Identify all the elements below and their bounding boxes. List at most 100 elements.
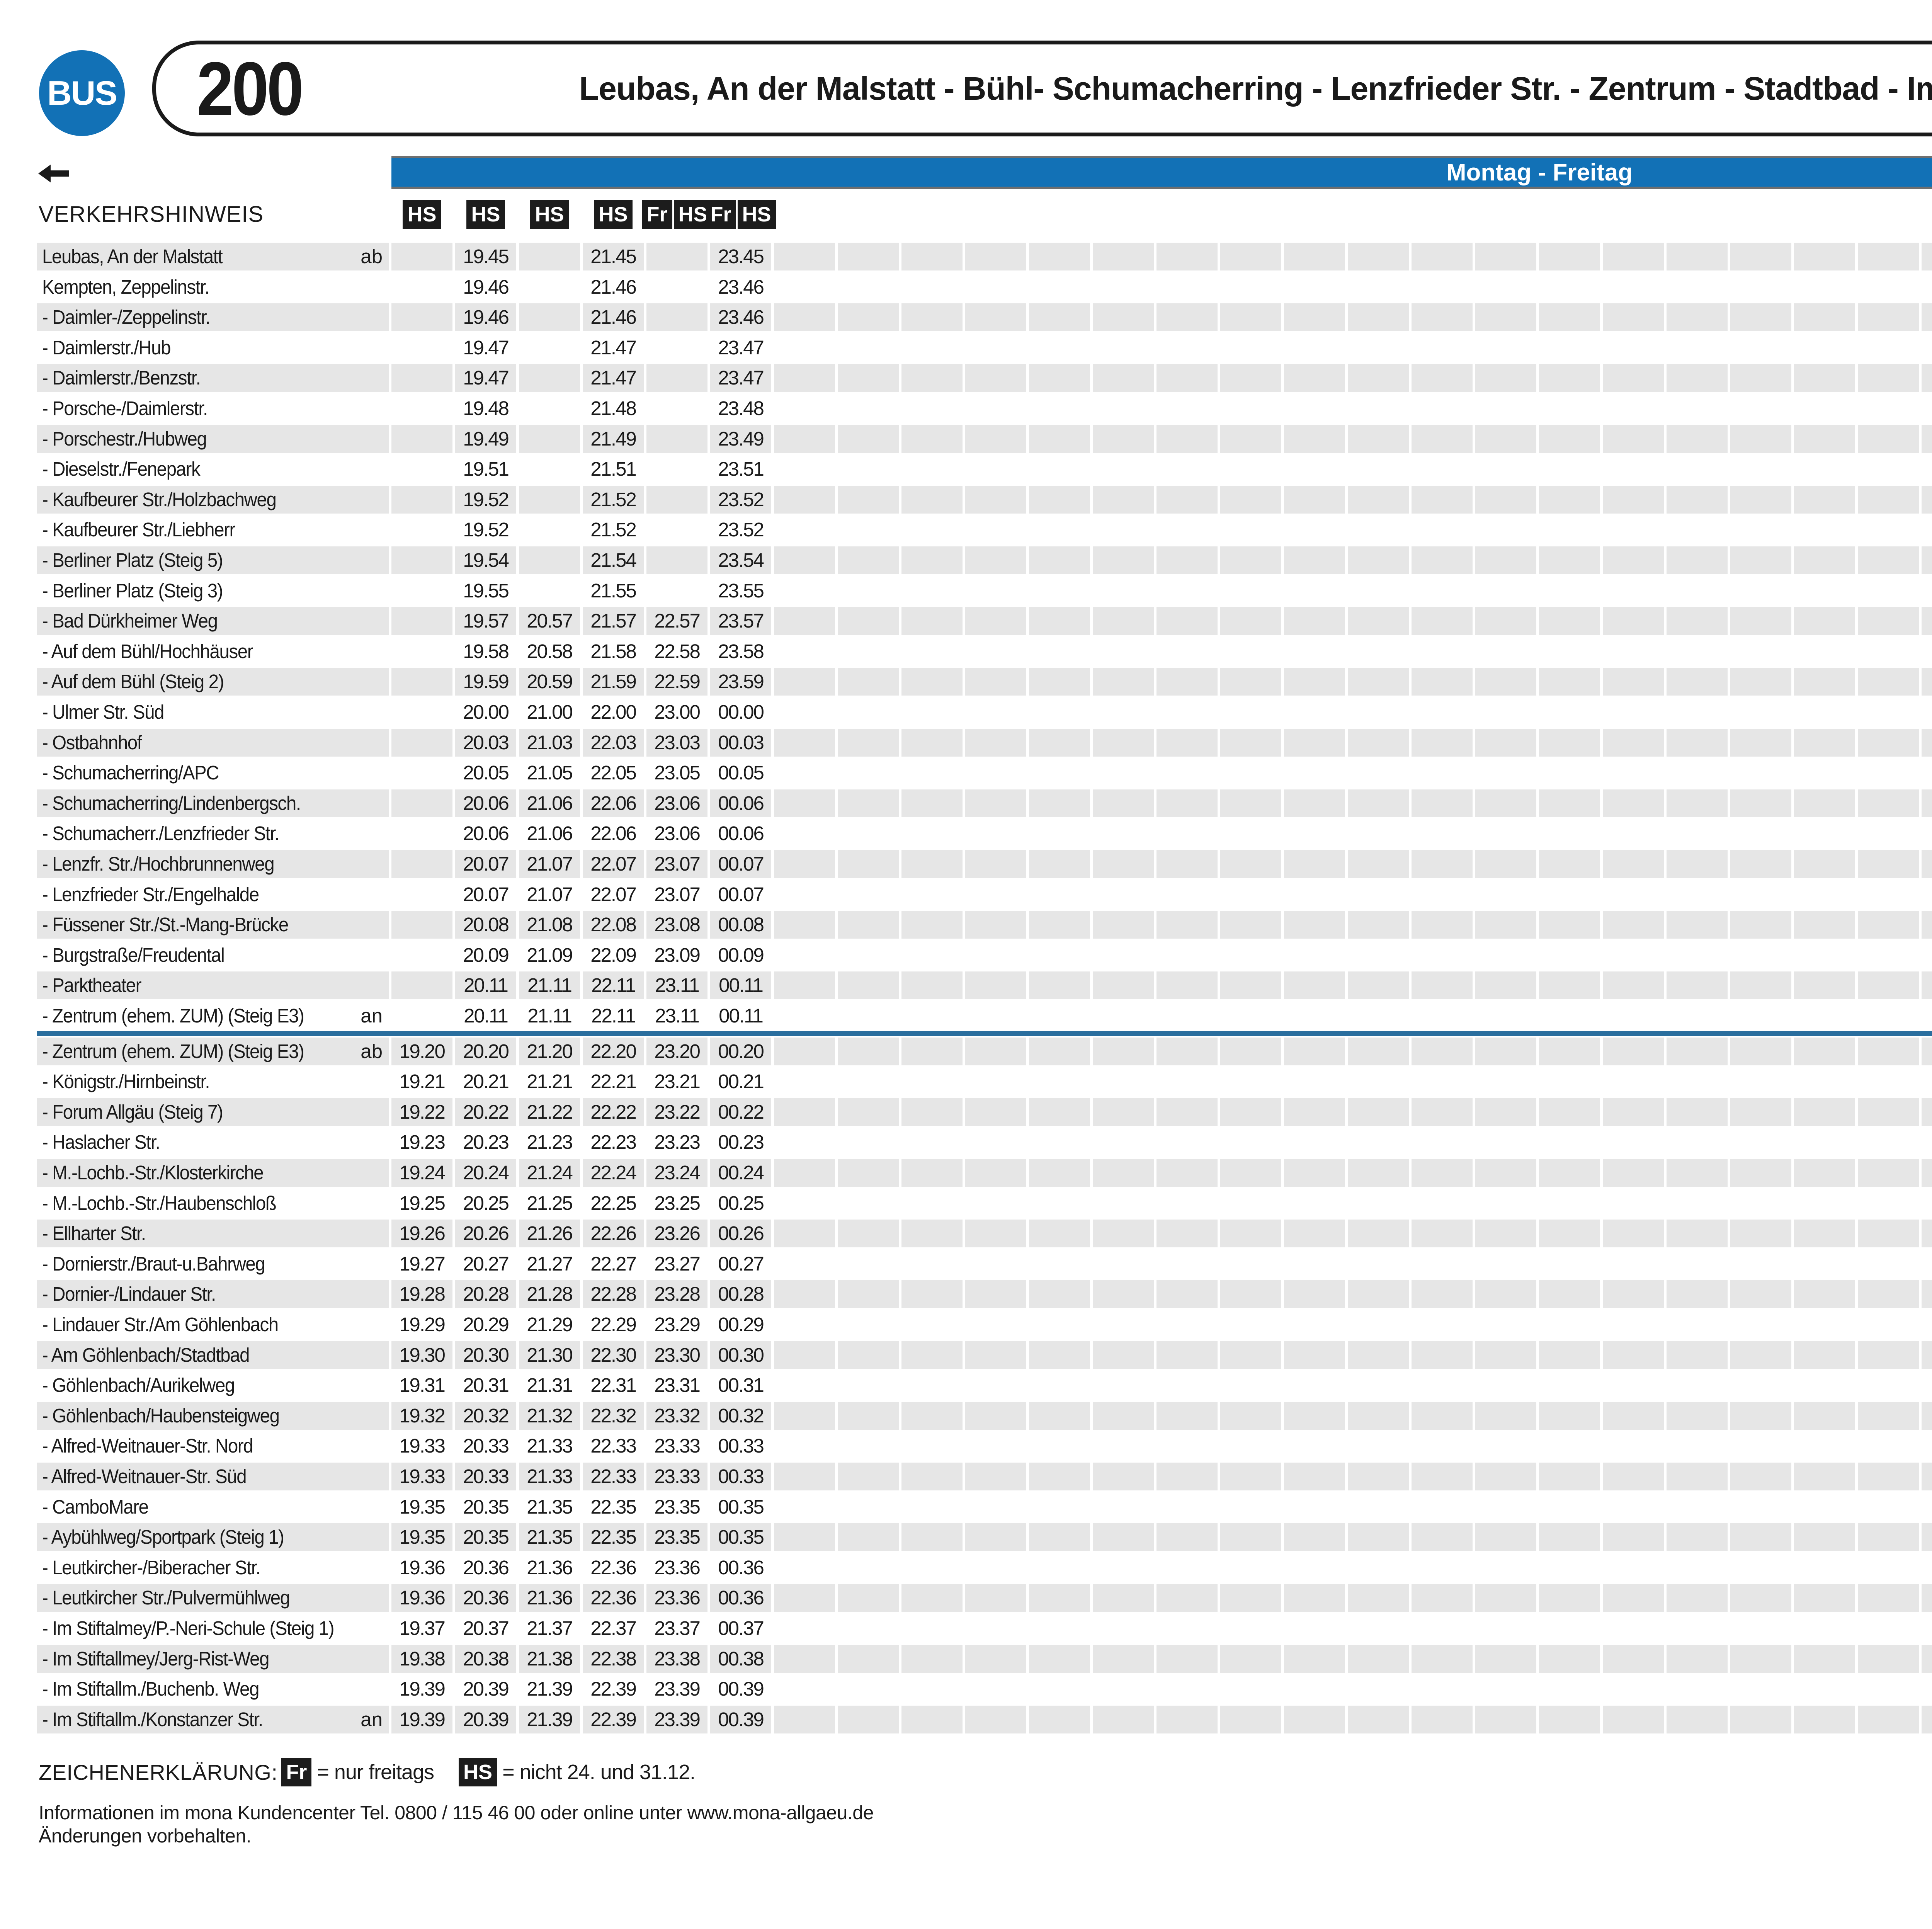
- empty-cell: [1794, 1220, 1855, 1247]
- empty-cell: [838, 971, 899, 999]
- time-cell: 23.39: [646, 1675, 707, 1703]
- empty-cell: [1029, 1128, 1090, 1156]
- empty-cell: [965, 1645, 1026, 1673]
- empty-cell: [1667, 881, 1728, 908]
- empty-cell: [1093, 273, 1154, 301]
- empty-cell: [1794, 395, 1855, 422]
- empty-cell: [838, 1189, 899, 1217]
- time-cell: [646, 425, 707, 453]
- table-row: - Haslacher Str.19.2320.2321.2322.2323.2…: [37, 1128, 1932, 1156]
- time-cell: 20.31: [455, 1371, 516, 1399]
- table-row: - Lenzfrieder Str./Engelhalde20.0721.072…: [37, 881, 1932, 908]
- empty-cell: [1475, 1098, 1536, 1126]
- empty-cell: [838, 941, 899, 969]
- empty-cell: [1412, 1068, 1473, 1095]
- empty-cell: [1922, 1675, 1932, 1703]
- table-row: - Berliner Platz (Steig 5)19.5421.5423.5…: [37, 546, 1932, 574]
- time-cell: 00.24: [710, 1159, 771, 1187]
- empty-cell: [1093, 455, 1154, 483]
- empty-cell: [1603, 607, 1664, 635]
- empty-cell: [1220, 1068, 1281, 1095]
- empty-cell: [1603, 546, 1664, 574]
- empty-cell: [1858, 1675, 1919, 1703]
- empty-cell: [1029, 395, 1090, 422]
- empty-cell: [965, 1159, 1026, 1187]
- empty-cell: [774, 1341, 835, 1369]
- empty-cell: [1348, 1002, 1409, 1030]
- empty-cell: [1029, 1371, 1090, 1399]
- empty-cell: [1348, 971, 1409, 999]
- empty-cell: [1858, 941, 1919, 969]
- timetable-page: BUS 200 Leubas, An der Malstatt - Bühl- …: [0, 0, 1932, 1929]
- time-cell: 00.11: [710, 971, 771, 999]
- empty-cell: [1348, 1645, 1409, 1673]
- time-cell: 22.06: [583, 820, 644, 847]
- time-cell: [646, 364, 707, 392]
- time-cell: [391, 638, 452, 665]
- empty-cell: [1093, 1280, 1154, 1308]
- column-tag-group: HS: [455, 198, 516, 231]
- bus-logo-label: BUS: [47, 73, 117, 113]
- empty-cell: [1156, 303, 1218, 331]
- empty-cell: [1667, 789, 1728, 817]
- empty-cell: [965, 941, 1026, 969]
- empty-cell: [774, 334, 835, 362]
- empty-cell: [965, 1068, 1026, 1095]
- time-cell: 23.59: [710, 668, 771, 696]
- time-cell: 21.30: [519, 1341, 580, 1369]
- table-row: - Schumacherr./Lenzfrieder Str.20.0621.0…: [37, 820, 1932, 847]
- empty-cell: [1922, 1250, 1932, 1278]
- empty-cell: [1539, 1584, 1600, 1612]
- time-cell: 21.57: [583, 607, 644, 635]
- stop-name: - Schumacherring/Lindenbergsch.: [42, 789, 301, 817]
- time-cell: 23.23: [646, 1128, 707, 1156]
- time-cell: [391, 364, 452, 392]
- empty-cell: [838, 911, 899, 939]
- empty-cell: [1348, 425, 1409, 453]
- legend-title: ZEICHENERKLÄRUNG:: [39, 1760, 277, 1785]
- empty-cell: [1284, 1584, 1345, 1612]
- empty-cell: [1794, 971, 1855, 999]
- empty-cell: [1858, 759, 1919, 787]
- time-cell: 21.21: [519, 1068, 580, 1095]
- empty-cell: [1667, 1493, 1728, 1521]
- time-cell: 23.25: [646, 1189, 707, 1217]
- time-cell: 23.30: [646, 1341, 707, 1369]
- stop-name-cell: - Daimler-/Zeppelinstr.: [37, 303, 389, 331]
- empty-cell: [1029, 668, 1090, 696]
- empty-cell: [774, 1250, 835, 1278]
- stop-name: - Porschestr./Hubweg: [42, 425, 207, 453]
- empty-cell: [1156, 881, 1218, 908]
- empty-cell: [1029, 850, 1090, 878]
- time-cell: 19.46: [455, 303, 516, 331]
- empty-cell: [1730, 881, 1791, 908]
- time-cell: [391, 881, 452, 908]
- empty-cell: [1730, 486, 1791, 514]
- empty-cell: [1858, 1432, 1919, 1460]
- empty-cell: [1794, 911, 1855, 939]
- empty-cell: [1794, 425, 1855, 453]
- time-cell: 22.37: [583, 1614, 644, 1642]
- empty-cell: [1284, 1523, 1345, 1551]
- empty-cell: [1603, 1493, 1664, 1521]
- stop-name: - Ostbahnhof: [42, 729, 141, 757]
- empty-cell: [1794, 273, 1855, 301]
- empty-cell: [965, 1189, 1026, 1217]
- footer-changes: Änderungen vorbehalten.: [39, 1825, 251, 1847]
- empty-cell: [1475, 455, 1536, 483]
- empty-cell: [1667, 1311, 1728, 1339]
- empty-cell: [1156, 1706, 1218, 1733]
- time-cell: [391, 607, 452, 635]
- table-row: - M.-Lochb.-Str./Klosterkirche19.2420.24…: [37, 1159, 1932, 1187]
- time-cell: 23.33: [646, 1432, 707, 1460]
- empty-cell: [1029, 1675, 1090, 1703]
- empty-cell: [1794, 516, 1855, 544]
- empty-cell: [965, 971, 1026, 999]
- time-cell: 19.52: [455, 516, 516, 544]
- empty-cell: [965, 1038, 1026, 1065]
- time-cell: 20.21: [455, 1068, 516, 1095]
- stop-name-cell: - Zentrum (ehem. ZUM) (Steig E3)ab: [37, 1038, 389, 1065]
- stop-name: - Auf dem Bühl (Steig 2): [42, 668, 224, 696]
- empty-cell: [1029, 546, 1090, 574]
- time-cell: [646, 546, 707, 574]
